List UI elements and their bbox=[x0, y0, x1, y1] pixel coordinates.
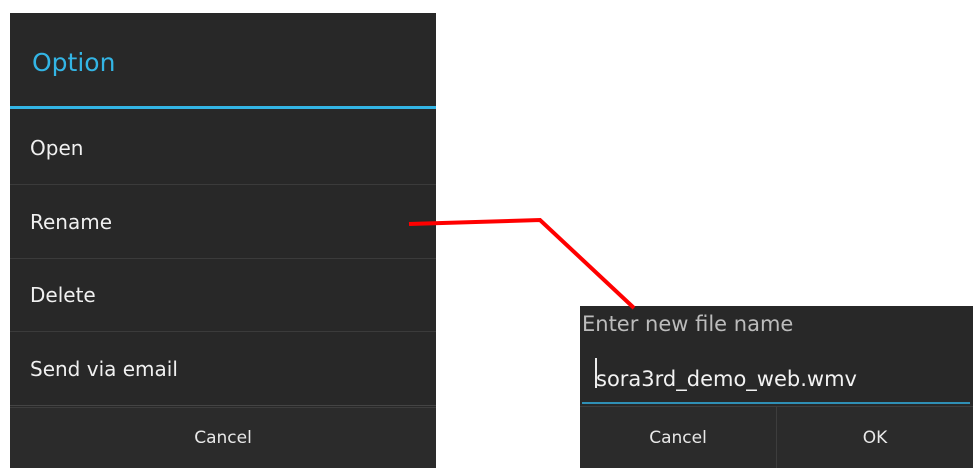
text-cursor bbox=[595, 358, 597, 388]
screenshot-stage: Option Open Rename Delete Send via email… bbox=[0, 0, 973, 468]
option-cancel-button[interactable]: Cancel bbox=[10, 407, 436, 468]
rename-cancel-button[interactable]: Cancel bbox=[580, 407, 776, 468]
rename-button-row: Cancel OK bbox=[580, 406, 973, 468]
menu-item-rename[interactable]: Rename bbox=[10, 186, 436, 259]
rename-ok-button[interactable]: OK bbox=[777, 407, 973, 468]
menu-item-open[interactable]: Open bbox=[10, 112, 436, 185]
option-dialog: Option Open Rename Delete Send via email… bbox=[10, 13, 436, 468]
menu-item-send-via-email[interactable]: Send via email bbox=[10, 333, 436, 406]
rename-dialog: Enter new file name Cancel OK bbox=[580, 306, 973, 468]
option-dialog-title: Option bbox=[10, 13, 436, 109]
connector-path bbox=[408, 217, 636, 310]
rename-dialog-title: Enter new file name bbox=[582, 312, 794, 336]
menu-item-delete[interactable]: Delete bbox=[10, 259, 436, 332]
filename-input[interactable] bbox=[582, 356, 970, 404]
